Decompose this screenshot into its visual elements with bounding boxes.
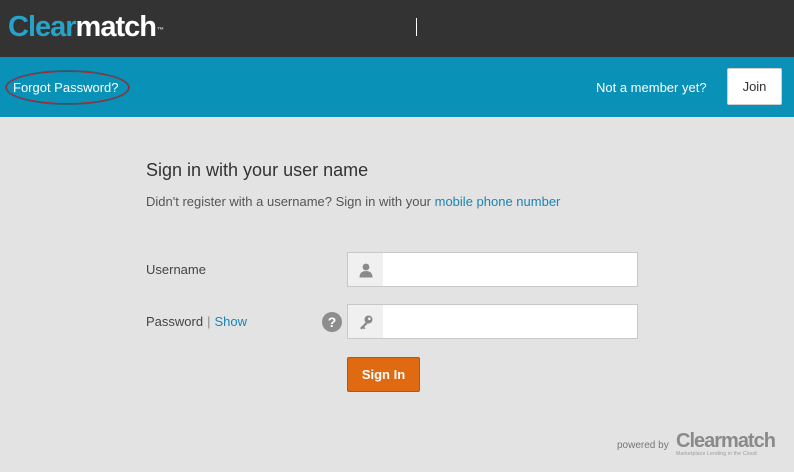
logo-trademark: ™ xyxy=(156,27,164,34)
label-separator: | xyxy=(207,314,211,329)
password-input[interactable] xyxy=(384,305,637,338)
top-header: Clearmatch™ xyxy=(0,0,794,57)
username-input[interactable] xyxy=(384,253,637,286)
forgot-password-link[interactable]: Forgot Password? xyxy=(13,80,119,95)
show-password-link[interactable]: Show xyxy=(214,314,247,329)
user-icon xyxy=(348,253,383,286)
password-label: Password xyxy=(146,314,204,329)
password-field-wrapper xyxy=(347,304,638,339)
logo-part-match: match xyxy=(75,11,157,43)
mobile-phone-link[interactable]: mobile phone number xyxy=(435,194,561,209)
footer-tagline: Marketplace Lending in the Cloud xyxy=(676,451,757,457)
not-member-text: Not a member yet? xyxy=(596,80,707,95)
footer-logo: Clearmatch xyxy=(676,430,776,452)
subtitle: Didn't register with a username? Sign in… xyxy=(146,194,560,209)
header-divider xyxy=(416,18,417,36)
help-icon[interactable]: ? xyxy=(322,312,342,332)
powered-by-text: powered by xyxy=(617,440,669,451)
subtitle-text: Didn't register with a username? Sign in… xyxy=(146,194,435,209)
logo-part-clear: Clear xyxy=(8,11,77,43)
page-title: Sign in with your user name xyxy=(146,160,369,180)
username-label: Username xyxy=(146,262,206,277)
username-field-wrapper xyxy=(347,252,638,287)
sign-in-button[interactable]: Sign In xyxy=(347,357,420,392)
password-label-group: Password | Show xyxy=(146,314,247,329)
clearmatch-logo[interactable]: Clearmatch™ xyxy=(8,10,164,44)
key-icon xyxy=(348,305,383,338)
join-button[interactable]: Join xyxy=(727,68,782,105)
